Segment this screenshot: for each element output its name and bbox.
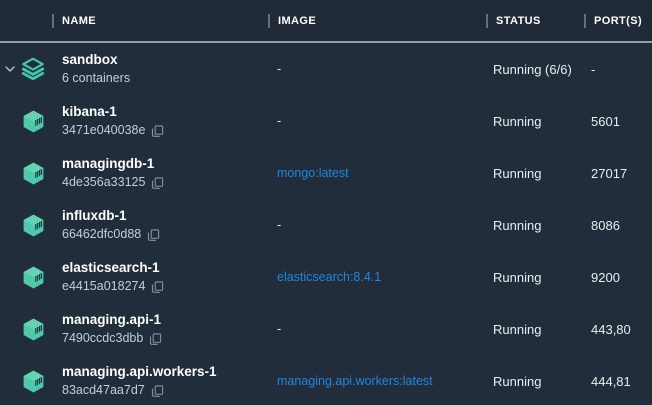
container-id: 83acd47aa7d7: [62, 381, 145, 400]
name-text-group: managing.api.workers-1 83acd47aa7d7: [62, 362, 217, 400]
container-name: sandbox: [62, 50, 130, 69]
status-cell: Running: [486, 166, 582, 181]
ports-cell: 8086: [582, 218, 652, 233]
copy-icon[interactable]: [151, 176, 164, 190]
container-id: 7490ccdc3dbb: [62, 329, 143, 348]
container-name: kibana-1: [62, 102, 164, 121]
name-text-group: sandbox 6 containers: [62, 50, 130, 88]
container-row[interactable]: kibana-1 3471e040038e - Running 5601: [0, 95, 652, 147]
container-row[interactable]: elasticsearch-1 e4415a018274 elasticsear…: [0, 251, 652, 303]
container-id: 66462dfc0d88: [62, 225, 141, 244]
status-cell: Running: [486, 374, 582, 389]
name-cell: influxdb-1 66462dfc0d88: [0, 199, 268, 251]
name-text-group: elasticsearch-1 e4415a018274: [62, 258, 164, 296]
chevron-down-icon: [5, 66, 15, 72]
container-icon: [20, 264, 46, 290]
image-cell: -: [268, 62, 486, 76]
container-id: 6 containers: [62, 69, 130, 88]
copy-icon[interactable]: [151, 384, 164, 398]
name-text-group: influxdb-1 66462dfc0d88: [62, 206, 160, 244]
table-header: NAME IMAGE STATUS PORT(S): [0, 0, 652, 43]
column-label: IMAGE: [278, 15, 316, 27]
ports-cell: 9200: [582, 270, 652, 285]
column-header-image[interactable]: IMAGE: [268, 0, 486, 41]
status-cell: Running: [486, 218, 582, 233]
container-subtitle: e4415a018274: [62, 277, 164, 296]
ports-cell: 5601: [582, 114, 652, 129]
container-name: elasticsearch-1: [62, 258, 164, 277]
column-header-status[interactable]: STATUS: [486, 0, 582, 41]
container-icon: [20, 316, 46, 342]
name-text-group: managingdb-1 4de356a33125: [62, 154, 164, 192]
status-cell: Running (6/6): [486, 62, 582, 77]
status-cell: Running: [486, 114, 582, 129]
ports-cell: 443,80: [582, 322, 652, 337]
copy-icon[interactable]: [151, 124, 164, 138]
status-cell: Running: [486, 322, 582, 337]
expand-toggle[interactable]: [0, 66, 20, 72]
container-row[interactable]: influxdb-1 66462dfc0d88 - Running 8086: [0, 199, 652, 251]
container-icon: [20, 108, 46, 134]
name-cell: managing.api-1 7490ccdc3dbb: [0, 303, 268, 355]
column-header-ports[interactable]: PORT(S): [582, 0, 652, 41]
column-divider: [52, 14, 54, 28]
image-cell: elasticsearch:8.4.1: [268, 270, 486, 284]
image-cell: mongo:latest: [268, 166, 486, 180]
name-cell: kibana-1 3471e040038e: [0, 95, 268, 147]
container-name: managing.api.workers-1: [62, 362, 217, 381]
container-row[interactable]: managing.api.workers-1 83acd47aa7d7 mana…: [0, 355, 652, 405]
column-label: NAME: [62, 15, 96, 27]
container-icon: [20, 368, 46, 394]
ports-cell: -: [582, 62, 652, 77]
image-cell: -: [268, 218, 486, 232]
container-id: e4415a018274: [62, 277, 145, 296]
column-divider: [486, 14, 488, 28]
image-cell: -: [268, 322, 486, 336]
container-subtitle: 4de356a33125: [62, 173, 164, 192]
container-subtitle: 66462dfc0d88: [62, 225, 160, 244]
ports-cell: 27017: [582, 166, 652, 181]
containers-table: NAME IMAGE STATUS PORT(S): [0, 0, 652, 405]
container-row[interactable]: managingdb-1 4de356a33125 mongo:latest R…: [0, 147, 652, 199]
copy-icon[interactable]: [149, 332, 162, 346]
column-header-name[interactable]: NAME: [0, 0, 268, 41]
container-subtitle: 6 containers: [62, 69, 130, 88]
table-body: sandbox 6 containers - Running (6/6) -: [0, 43, 652, 405]
container-id: 3471e040038e: [62, 121, 145, 140]
container-subtitle: 83acd47aa7d7: [62, 381, 217, 400]
column-label: PORT(S): [594, 15, 642, 27]
name-cell: sandbox 6 containers: [0, 43, 268, 95]
name-text-group: kibana-1 3471e040038e: [62, 102, 164, 140]
container-row[interactable]: managing.api-1 7490ccdc3dbb - Running 44…: [0, 303, 652, 355]
column-divider: [584, 14, 586, 28]
name-text-group: managing.api-1 7490ccdc3dbb: [62, 310, 162, 348]
stack-icon: [20, 56, 46, 82]
status-cell: Running: [486, 270, 582, 285]
container-row[interactable]: sandbox 6 containers - Running (6/6) -: [0, 43, 652, 95]
column-divider: [268, 14, 270, 28]
name-cell: managingdb-1 4de356a33125: [0, 147, 268, 199]
container-name: influxdb-1: [62, 206, 160, 225]
container-icon: [20, 212, 46, 238]
copy-icon[interactable]: [151, 280, 164, 294]
container-subtitle: 7490ccdc3dbb: [62, 329, 162, 348]
copy-icon[interactable]: [147, 228, 160, 242]
image-cell: managing.api.workers:latest: [268, 374, 486, 388]
container-icon: [20, 160, 46, 186]
column-label: STATUS: [496, 15, 541, 27]
image-cell: -: [268, 114, 486, 128]
ports-cell: 444,81: [582, 374, 652, 389]
name-cell: elasticsearch-1 e4415a018274: [0, 251, 268, 303]
name-cell: managing.api.workers-1 83acd47aa7d7: [0, 355, 268, 405]
container-name: managing.api-1: [62, 310, 162, 329]
container-subtitle: 3471e040038e: [62, 121, 164, 140]
container-id: 4de356a33125: [62, 173, 145, 192]
container-name: managingdb-1: [62, 154, 164, 173]
